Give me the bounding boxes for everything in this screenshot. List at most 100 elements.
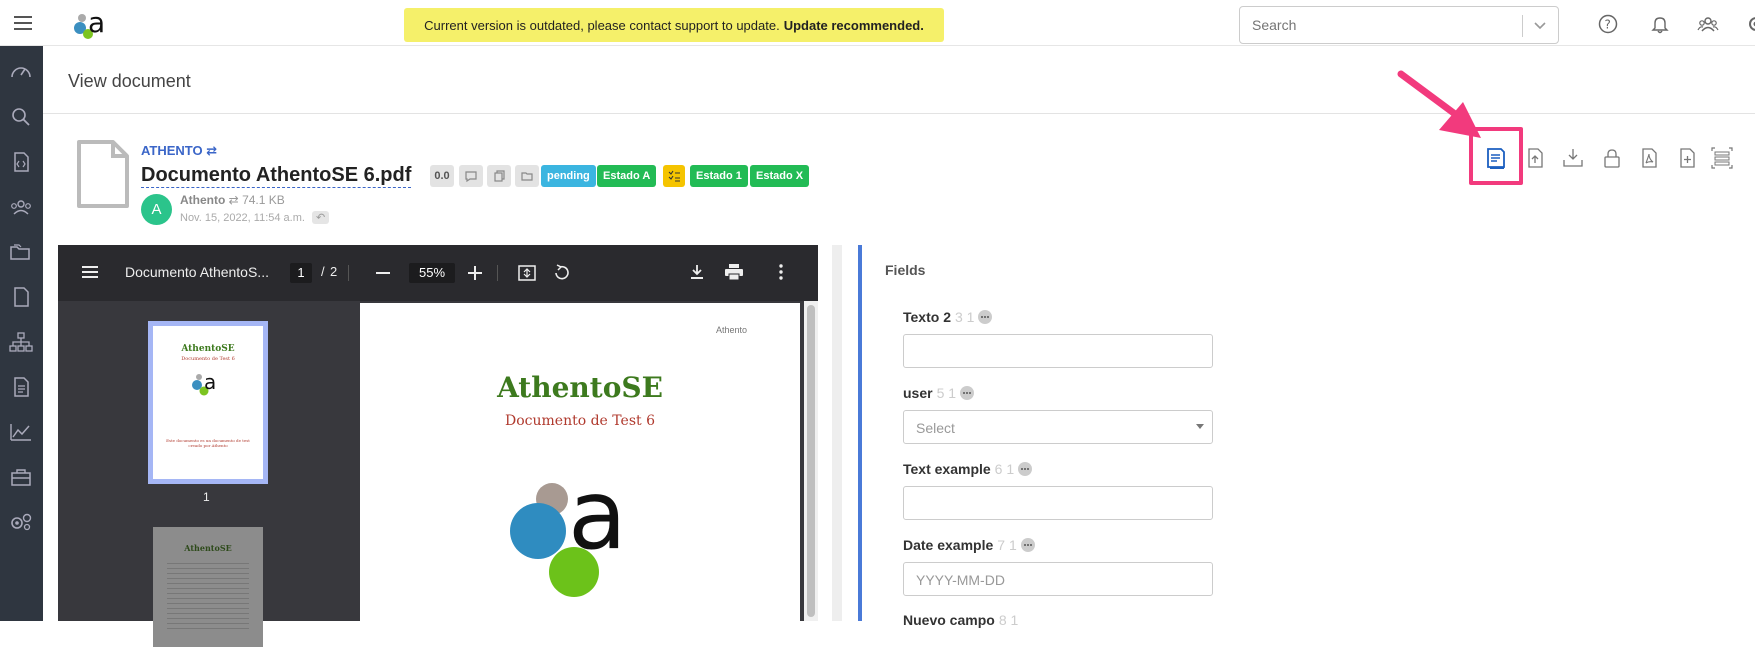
- gear-icon[interactable]: [1745, 13, 1755, 35]
- field-meta: 3 1: [955, 309, 974, 325]
- thumb-subtitle: Documento de Test 6: [153, 356, 263, 362]
- state-badge-a: Estado A: [597, 165, 656, 187]
- state-badge-x: Estado X: [750, 165, 809, 187]
- thumbnail-panel[interactable]: AthentoSE Documento de Test 6 a Este doc…: [58, 301, 360, 621]
- thumb-title: AthentoSE: [153, 344, 263, 354]
- text-document-icon[interactable]: [8, 375, 34, 399]
- users-icon[interactable]: [1697, 13, 1719, 35]
- search-separator: [1522, 15, 1523, 37]
- comments-icon[interactable]: [459, 165, 483, 187]
- avatar[interactable]: A: [141, 194, 172, 225]
- date-example-input[interactable]: YYYY-MM-DD: [903, 562, 1213, 596]
- field-label-text: Nuevo campo: [903, 612, 995, 628]
- document-author-size: Athento ⇄ 74.1 KB: [180, 193, 285, 207]
- page-thumbnail-1[interactable]: AthentoSE Documento de Test 6 a Este doc…: [148, 321, 268, 484]
- page-number-input[interactable]: 1: [290, 263, 312, 283]
- lock-icon[interactable]: [1600, 146, 1624, 170]
- document-owner[interactable]: ATHENTO ⇄: [141, 143, 217, 159]
- document-title[interactable]: Documento AthentoSE 6.pdf: [141, 163, 411, 188]
- code-document-icon[interactable]: [8, 150, 34, 174]
- barcode-icon[interactable]: [1710, 146, 1734, 170]
- page-title: View document: [68, 71, 191, 92]
- hierarchy-icon[interactable]: [8, 330, 34, 354]
- help-icon[interactable]: ?: [1597, 13, 1619, 35]
- chart-icon[interactable]: [8, 420, 34, 444]
- select-placeholder: Select: [916, 420, 955, 436]
- field-label-texto-2: Texto 23 1: [903, 309, 992, 325]
- viewer-scrollbar[interactable]: [804, 301, 818, 621]
- field-label-text: Date example: [903, 537, 993, 553]
- thumb-body: Este documento es un documento de test c…: [165, 438, 251, 448]
- download-icon[interactable]: [689, 264, 705, 280]
- state-badge-1: Estado 1: [690, 165, 748, 187]
- panel-splitter[interactable]: [832, 245, 842, 621]
- rotate-icon[interactable]: [552, 264, 570, 282]
- text-example-input[interactable]: [903, 486, 1213, 520]
- viewer-toolbar: Documento AthentoS... 1 / 2 55%: [58, 245, 818, 301]
- fit-page-icon[interactable]: [518, 264, 536, 282]
- toolbar-divider: [497, 265, 498, 281]
- top-bar: a Current version is outdated, please co…: [0, 0, 1755, 46]
- pointer-arrow: [1385, 64, 1495, 154]
- thumb2-text-lines: [167, 563, 249, 633]
- zoom-in-icon[interactable]: [468, 266, 482, 280]
- page-doc-subtitle: Documento de Test 6: [360, 413, 800, 429]
- fields-title: Fields: [885, 262, 925, 278]
- dashboard-icon[interactable]: [8, 60, 34, 84]
- field-meta: 7 1: [997, 537, 1016, 553]
- more-icon[interactable]: [960, 386, 974, 400]
- page-header: View document: [43, 46, 1755, 114]
- svg-text:a: a: [88, 6, 105, 39]
- checklist-icon[interactable]: [663, 165, 685, 187]
- more-icon[interactable]: [1018, 462, 1032, 476]
- folder-icon[interactable]: [515, 165, 539, 187]
- pdf-page[interactable]: Athento AthentoSE Documento de Test 6 a: [360, 303, 800, 621]
- search-input[interactable]: [1252, 15, 1512, 35]
- field-label-user: user5 1: [903, 385, 974, 401]
- file-icon: [75, 138, 131, 210]
- scroll-thumb[interactable]: [807, 305, 815, 617]
- texto-2-input[interactable]: [903, 334, 1213, 368]
- zoom-out-icon[interactable]: [376, 266, 390, 280]
- toolbar-divider: [348, 265, 349, 281]
- svg-text:a: a: [568, 478, 627, 571]
- more-options-icon[interactable]: [778, 264, 784, 280]
- search-icon[interactable]: [8, 105, 34, 129]
- history-icon[interactable]: ↶: [312, 211, 329, 224]
- page-separator: /: [321, 264, 325, 279]
- page-header-text: Athento: [716, 325, 747, 335]
- zoom-level[interactable]: 55%: [409, 263, 455, 283]
- folders-icon[interactable]: [8, 240, 34, 264]
- download-icon[interactable]: [1561, 146, 1585, 170]
- user-select[interactable]: Select: [903, 410, 1213, 444]
- upload-version-icon[interactable]: [1523, 146, 1547, 170]
- more-icon[interactable]: [978, 310, 992, 324]
- chevron-down-icon[interactable]: [1532, 17, 1548, 33]
- page-thumbnail-2[interactable]: AthentoSE: [153, 527, 263, 647]
- related-documents-icon[interactable]: [487, 165, 511, 187]
- field-label-text: user: [903, 385, 933, 401]
- new-document-icon[interactable]: [1675, 146, 1699, 170]
- page-logo: a: [510, 478, 650, 628]
- print-icon[interactable]: [725, 264, 743, 280]
- author-name[interactable]: Athento: [180, 193, 225, 207]
- field-label-nuevo-campo: Nuevo campo8 1: [903, 612, 1018, 628]
- athento-logo[interactable]: a: [74, 6, 112, 42]
- groups-icon[interactable]: [8, 195, 34, 219]
- swap-icon: ⇄: [206, 143, 217, 158]
- search-box[interactable]: [1239, 6, 1559, 44]
- field-label-date-example: Date example7 1: [903, 537, 1035, 553]
- menu-icon[interactable]: [12, 12, 34, 34]
- pdf-viewer[interactable]: Documento AthentoS... 1 / 2 55% AthentoS…: [58, 245, 818, 621]
- bell-icon[interactable]: [1649, 13, 1671, 35]
- settings-gears-icon[interactable]: [8, 510, 34, 534]
- field-meta: 5 1: [937, 385, 956, 401]
- toolbox-icon[interactable]: [8, 465, 34, 489]
- more-icon[interactable]: [1021, 538, 1035, 552]
- field-label-text-example: Text example6 1: [903, 461, 1032, 477]
- document-icon[interactable]: [8, 285, 34, 309]
- sidebar-toggle-icon[interactable]: [82, 264, 100, 280]
- thumbnail-label: 1: [203, 490, 210, 504]
- pdf-icon[interactable]: [1637, 146, 1661, 170]
- svg-text:?: ?: [1605, 18, 1611, 32]
